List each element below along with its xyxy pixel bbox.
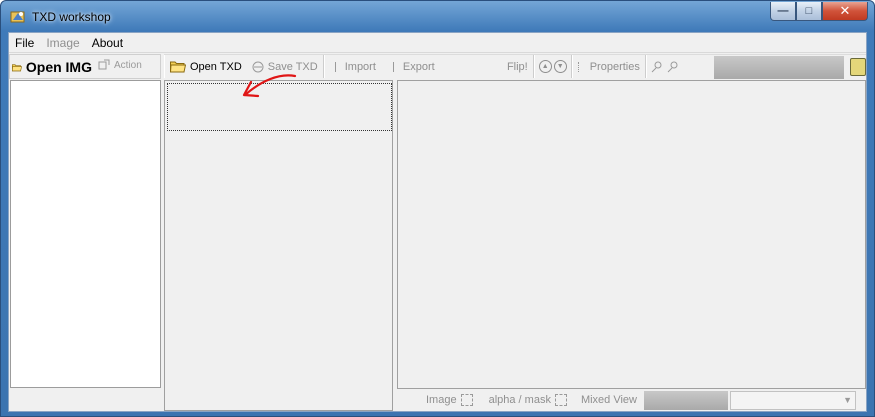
open-img-label: Open IMG xyxy=(25,59,92,75)
open-txd-label: Open TXD xyxy=(190,60,242,73)
alpha-view-icon xyxy=(554,394,567,406)
chevron-down-icon: ▼ xyxy=(843,395,852,405)
properties-label: Properties xyxy=(589,60,640,73)
move-down-icon[interactable]: ▼ xyxy=(553,60,567,73)
zoom-in-icon[interactable] xyxy=(651,61,663,73)
folder-icon xyxy=(12,63,22,71)
client-area: File Image About Open IMG Action Open TX… xyxy=(8,32,867,412)
export-label: Export xyxy=(402,60,435,73)
view-mode-bar: Image alpha / mask Mixed View ▼ xyxy=(397,389,866,411)
action-label: Action xyxy=(114,59,142,71)
menu-bar: File Image About xyxy=(9,33,866,53)
title-bar[interactable]: TXD workshop — □ ✕ xyxy=(1,1,874,33)
bottom-bar-spacer xyxy=(644,391,728,410)
folder-icon xyxy=(170,61,186,73)
open-img-button[interactable]: Open IMG xyxy=(12,59,92,75)
view-mixed-button[interactable]: Mixed View xyxy=(576,394,642,406)
texture-preview[interactable] xyxy=(397,80,866,389)
img-toolbar: Open IMG Action xyxy=(9,54,161,79)
toolbar-group-props: Properties xyxy=(571,55,646,78)
flip-label: Flip! xyxy=(506,60,528,73)
properties-button[interactable]: Properties xyxy=(573,61,645,73)
toolbar-group-nav: ▲ ▼ xyxy=(533,55,572,78)
properties-icon xyxy=(577,61,586,72)
save-icon xyxy=(252,61,264,72)
export-icon xyxy=(392,61,399,72)
menu-file[interactable]: File xyxy=(9,36,40,50)
import-icon xyxy=(334,61,341,72)
app-window: TXD workshop — □ ✕ File Image About Open… xyxy=(0,0,875,417)
annotation-arrow-icon xyxy=(242,74,297,98)
maximize-button[interactable]: □ xyxy=(796,2,822,21)
menu-image[interactable]: Image xyxy=(40,36,85,50)
toolbar-spacer xyxy=(714,56,844,79)
import-button[interactable]: Import xyxy=(325,61,381,73)
minimize-button[interactable]: — xyxy=(770,2,796,21)
save-txd-button[interactable]: Save TXD xyxy=(247,61,323,73)
img-file-list[interactable] xyxy=(10,80,161,388)
view-image-button[interactable]: Image xyxy=(421,394,478,406)
zoom-out-icon[interactable] xyxy=(667,61,679,73)
view-alpha-label: alpha / mask xyxy=(488,394,551,406)
toolbar-group-io: Import Export Flip! xyxy=(323,55,534,78)
flip-button[interactable]: Flip! xyxy=(502,61,533,73)
view-mixed-label: Mixed View xyxy=(580,394,637,406)
export-button[interactable]: Export xyxy=(381,61,440,73)
toolbar-group-zoom xyxy=(645,55,687,78)
view-combo[interactable]: ▼ xyxy=(730,391,856,410)
view-alpha-button[interactable]: alpha / mask xyxy=(484,394,572,406)
move-up-icon[interactable]: ▲ xyxy=(538,60,552,73)
save-txd-label: Save TXD xyxy=(267,60,318,73)
action-button[interactable]: Action xyxy=(98,59,142,71)
close-button[interactable]: ✕ xyxy=(822,2,868,21)
menu-about[interactable]: About xyxy=(86,36,129,50)
film-strip-icon[interactable] xyxy=(850,58,866,76)
action-icon xyxy=(98,59,110,70)
image-view-icon xyxy=(460,394,473,406)
app-icon xyxy=(10,11,25,23)
view-image-label: Image xyxy=(426,394,457,406)
window-title: TXD workshop xyxy=(32,10,111,24)
import-label: Import xyxy=(344,60,376,73)
texture-list[interactable] xyxy=(164,80,393,411)
open-txd-button[interactable]: Open TXD xyxy=(165,60,247,73)
